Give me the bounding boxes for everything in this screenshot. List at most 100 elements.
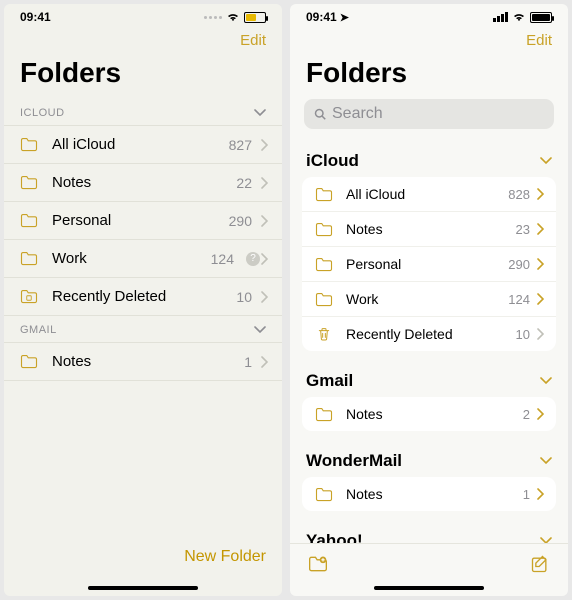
folder-row[interactable]: Work124 bbox=[302, 281, 556, 316]
folder-count: 10 bbox=[236, 289, 252, 305]
search-input[interactable]: Search bbox=[304, 99, 554, 129]
chevron-right-icon bbox=[536, 293, 544, 305]
cellular-dots-icon bbox=[204, 16, 222, 19]
folder-label: Notes bbox=[52, 353, 244, 370]
folder-icon bbox=[314, 257, 334, 272]
folder-row[interactable]: Notes22 bbox=[4, 164, 282, 202]
folder-label: Recently Deleted bbox=[346, 326, 516, 342]
chevron-right-icon bbox=[536, 408, 544, 420]
status-bar: 09:41 bbox=[4, 4, 282, 28]
chevron-down-icon bbox=[254, 326, 266, 334]
folder-count: 1 bbox=[523, 487, 530, 502]
folder-row[interactable]: Notes2 bbox=[302, 397, 556, 431]
folder-row[interactable]: Notes1 bbox=[4, 343, 282, 381]
search-icon bbox=[314, 108, 326, 120]
wifi-icon bbox=[512, 12, 526, 22]
group-header[interactable]: iCloud bbox=[302, 143, 556, 177]
chevron-right-icon bbox=[260, 139, 268, 151]
folder-count: 124 bbox=[211, 251, 234, 267]
group-title: Gmail bbox=[306, 371, 353, 391]
phone-right: 09:41 ➤ Edit Folders Search iCloud All iC… bbox=[290, 4, 568, 596]
folder-label: Recently Deleted bbox=[52, 288, 236, 305]
folder-count: 827 bbox=[229, 137, 252, 153]
edit-button[interactable]: Edit bbox=[240, 32, 266, 49]
group-title: iCloud bbox=[306, 151, 359, 171]
folder-icon bbox=[314, 187, 334, 202]
folder-icon bbox=[18, 289, 40, 304]
group-header[interactable]: WonderMail bbox=[302, 443, 556, 477]
group-card: Notes1 bbox=[302, 477, 556, 511]
group-header[interactable]: Yahoo! bbox=[302, 523, 556, 543]
chevron-down-icon bbox=[540, 457, 552, 465]
group-header[interactable]: Gmail bbox=[302, 363, 556, 397]
phone-left: 09:41 Edit Folders ICLOUDAll iCloud827No… bbox=[4, 4, 282, 596]
folder-icon bbox=[314, 292, 334, 307]
edit-button[interactable]: Edit bbox=[526, 32, 552, 49]
folder-row[interactable]: Work124? bbox=[4, 240, 282, 278]
page-title: Folders bbox=[290, 55, 568, 99]
group-title: WonderMail bbox=[306, 451, 402, 471]
folder-label: Notes bbox=[346, 486, 523, 502]
section-header[interactable]: GMAIL bbox=[4, 316, 282, 343]
folder-label: Personal bbox=[346, 256, 508, 272]
battery-icon bbox=[244, 12, 266, 23]
info-badge-icon: ? bbox=[246, 252, 260, 266]
folder-count: 290 bbox=[229, 213, 252, 229]
compose-icon[interactable] bbox=[530, 554, 550, 574]
folder-label: Work bbox=[52, 250, 211, 267]
chevron-down-icon bbox=[540, 157, 552, 165]
home-indicator bbox=[88, 586, 198, 590]
folder-icon bbox=[314, 487, 334, 502]
folder-label: Notes bbox=[346, 221, 516, 237]
chevron-down-icon bbox=[254, 109, 266, 117]
chevron-right-icon bbox=[536, 328, 544, 340]
folder-row[interactable]: Recently Deleted10 bbox=[302, 316, 556, 351]
folder-group: Yahoo!Notes12 bbox=[290, 519, 568, 543]
folder-group: WonderMail Notes1 bbox=[290, 439, 568, 519]
chevron-right-icon bbox=[536, 258, 544, 270]
chevron-right-icon bbox=[536, 188, 544, 200]
folder-row[interactable]: Personal290 bbox=[4, 202, 282, 240]
group-title: Yahoo! bbox=[306, 531, 363, 543]
folder-row[interactable]: All iCloud828 bbox=[302, 177, 556, 211]
new-folder-icon[interactable] bbox=[308, 555, 328, 573]
trash-icon bbox=[314, 326, 334, 342]
search-placeholder: Search bbox=[332, 105, 383, 123]
folder-icon bbox=[314, 407, 334, 422]
folder-group: Gmail Notes2 bbox=[290, 359, 568, 439]
home-indicator bbox=[374, 586, 484, 590]
folder-count: 124 bbox=[508, 292, 530, 307]
status-time: 09:41 bbox=[20, 10, 51, 24]
chevron-right-icon bbox=[260, 291, 268, 303]
chevron-right-icon bbox=[260, 356, 268, 368]
chevron-right-icon bbox=[260, 177, 268, 189]
status-bar: 09:41 ➤ bbox=[290, 4, 568, 28]
folder-icon bbox=[18, 137, 40, 152]
folder-label: Personal bbox=[52, 212, 229, 229]
folder-row[interactable]: All iCloud827 bbox=[4, 126, 282, 164]
status-time: 09:41 ➤ bbox=[306, 10, 349, 24]
folder-row[interactable]: Personal290 bbox=[302, 246, 556, 281]
folder-count: 22 bbox=[236, 175, 252, 191]
folder-count: 23 bbox=[516, 222, 530, 237]
folder-row[interactable]: Notes1 bbox=[302, 477, 556, 511]
new-folder-button[interactable]: New Folder bbox=[184, 548, 266, 566]
group-card: Notes2 bbox=[302, 397, 556, 431]
location-icon: ➤ bbox=[337, 12, 349, 24]
chevron-down-icon bbox=[540, 377, 552, 385]
folder-icon bbox=[18, 213, 40, 228]
folder-row[interactable]: Notes23 bbox=[302, 211, 556, 246]
group-card: All iCloud828Notes23Personal290Work124Re… bbox=[302, 177, 556, 351]
folder-label: Work bbox=[346, 291, 508, 307]
folder-icon bbox=[18, 175, 40, 190]
section-header[interactable]: ICLOUD bbox=[4, 99, 282, 126]
cellular-bars-icon bbox=[493, 12, 508, 22]
folder-icon bbox=[18, 251, 40, 266]
folder-label: All iCloud bbox=[52, 136, 229, 153]
nav-bar: Edit bbox=[290, 28, 568, 55]
folder-count: 828 bbox=[508, 187, 530, 202]
folder-icon bbox=[18, 354, 40, 369]
chevron-right-icon bbox=[536, 223, 544, 235]
folder-row[interactable]: Recently Deleted10 bbox=[4, 278, 282, 316]
folder-icon bbox=[314, 222, 334, 237]
